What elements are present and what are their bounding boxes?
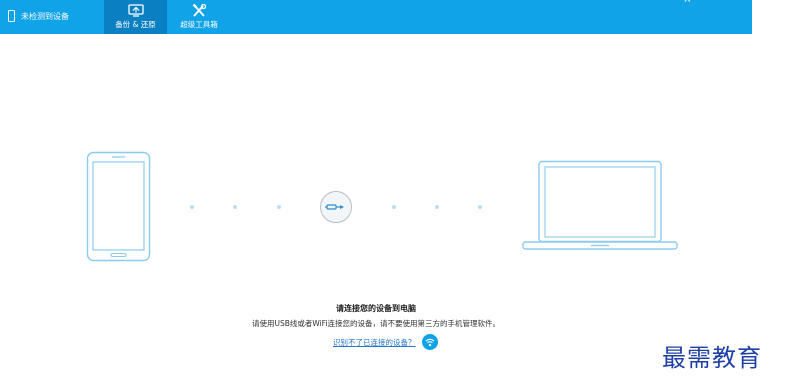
device-status-label: 未检测到设备 <box>21 11 69 21</box>
connection-dot <box>392 205 396 209</box>
tab-super-toolbox-label: 超级工具箱 <box>180 20 218 29</box>
tab-backup-restore-label: 备份 & 还原 <box>115 20 156 29</box>
tab-backup-restore[interactable]: 备份 & 还原 <box>104 0 167 34</box>
smartphone-illustration <box>86 151 151 262</box>
phone-outline-icon <box>8 10 15 22</box>
wifi-icon[interactable] <box>421 334 438 350</box>
device-help-row: 识别不了已连接的设备？ <box>333 334 438 350</box>
laptop-illustration <box>522 160 678 250</box>
window-edge <box>752 0 785 384</box>
device-status[interactable]: 未检测到设备 <box>8 5 69 27</box>
top-header-bar: 未检测到设备 备份 & 还原 超级工具箱 — × <box>0 0 752 34</box>
connection-illustration <box>0 34 752 384</box>
tools-icon <box>192 4 206 17</box>
connect-prompt-description: 请使用USB线或者WiFi连接您的设备，请不要使用第三方的手机管理软件。 <box>251 319 501 328</box>
connection-dot <box>435 205 439 209</box>
device-not-recognized-link[interactable]: 识别不了已连接的设备？ <box>333 337 416 348</box>
connection-dot <box>190 205 194 209</box>
backup-restore-icon <box>127 4 144 17</box>
watermark-text: 最需教育 <box>662 344 762 372</box>
connection-dot <box>233 205 237 209</box>
window-controls[interactable]: — × <box>658 0 698 5</box>
connection-dot <box>277 205 281 209</box>
usb-plug-icon <box>320 191 352 223</box>
tab-super-toolbox[interactable]: 超级工具箱 <box>170 0 228 34</box>
connection-dot <box>478 205 482 209</box>
connect-prompt-title: 请连接您的设备到电脑 <box>336 304 416 313</box>
